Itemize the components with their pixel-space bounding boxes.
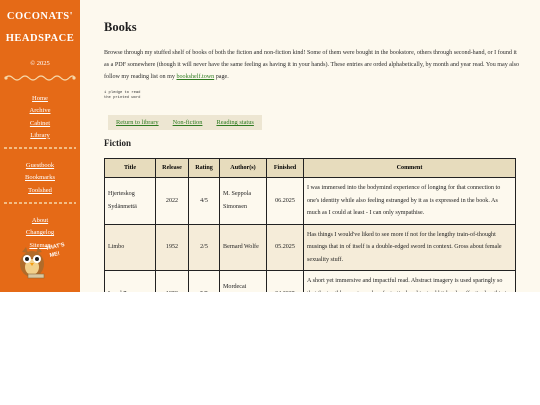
table-cell: 4/5 [188,177,220,225]
page-title: Books [104,20,137,34]
table-cell: M. Seppola Simonsen [219,177,267,225]
main-content: Books Browse through my stuffed shelf of… [104,0,524,292]
table-row: Level 719595/5Mordecai Roshwald04.2025A … [104,270,516,292]
owl-mascot-icon: THAT'S ME! [20,242,66,279]
intro-text: Browse through my stuffed shelf of books… [104,50,520,80]
table-cell: 2/5 [188,223,220,271]
pledge-stamp: i pledge to read the printed word [104,91,524,101]
nav-group-community: Guestbook Bookmarks Toolshed [0,160,80,197]
table-cell: 1959 [155,270,189,292]
table-row: Hjerteskog Sydänmettä 2022 4/5 M. Seppola S… [104,177,516,225]
table-cell: Level 7 [104,270,156,292]
col-rating: Rating [188,158,220,178]
col-finished: Finished [266,158,304,178]
library-tabs: Return to library Non-fiction Reading st… [108,115,262,130]
site-title-line2: HEADSPACE [5,33,75,44]
dashed-divider-icon [4,202,76,204]
stamp-line2: the printed word [104,96,141,100]
bookshelf-town-link[interactable]: bookshelf.town [176,74,214,80]
sidebar-link[interactable]: Cabinet [0,118,80,130]
intro-paragraph: Browse through my stuffed shelf of books… [104,47,520,83]
svg-text:THAT'S: THAT'S [45,242,65,252]
dashed-divider-icon [4,147,76,149]
sidebar-link[interactable]: Bookmarks [0,172,80,184]
col-release: Release [155,158,189,178]
table-row: Limbo 1952 2/5 Bernard Wolfe 05.2025 Has thin… [104,223,516,271]
col-title: Title [104,158,156,178]
copyright: © 2025 [30,60,50,67]
table-cell: 06.2025 [266,177,304,225]
table-cell: 04.2025 [266,270,304,292]
squiggle-divider-icon [4,75,76,81]
table-cell: 05.2025 [266,223,304,271]
tab-reading-status[interactable]: Reading status [216,119,253,126]
table-cell: 2022 [155,177,189,225]
sidebar-link[interactable]: About [0,215,80,227]
intro-text-end: page. [214,74,229,80]
sidebar-link[interactable]: Home [0,93,80,105]
tab-return-to-library[interactable]: Return to library [116,119,159,126]
table-cell: Limbo [104,223,156,271]
table-cell: Bernard Wolfe [219,223,267,271]
nav-group-main: Home Archive Cabinet Library [0,93,80,142]
sidebar-link[interactable]: Guestbook [0,160,80,172]
tab-non-fiction[interactable]: Non-fiction [173,119,203,126]
sidebar-link[interactable]: Archive [0,105,80,117]
col-authors: Author(s) [219,158,267,178]
section-heading-fiction: Fiction [104,138,131,148]
table-cell: Mordecai Roshwald [219,270,267,292]
table-cell: Has things I would've liked to see more … [303,223,516,271]
svg-text:ME!: ME! [49,251,60,259]
sidebar-link[interactable]: Library [0,130,80,142]
col-comment: Comment [303,158,516,178]
table-cell: 1952 [155,223,189,271]
table-cell: A short yet immersive and impactful read… [303,270,516,292]
books-table: Title Release Rating Author(s) Finished … [104,158,516,292]
sidebar: COCONATS' HEADSPACE © 2025 Home Archive Ca… [0,0,80,292]
table-header-row: Title Release Rating Author(s) Finished … [104,158,516,178]
site-title: COCONATS' HEADSPACE [0,6,80,50]
sidebar-link[interactable]: Toolshed [0,185,80,197]
browser-viewport: COCONATS' HEADSPACE © 2025 Home Archive Ca… [0,0,540,292]
table-cell: 5/5 [188,270,220,292]
site-title-line1: COCONATS' [6,11,74,22]
table-cell: I was immersed into the bodymind experie… [303,177,516,225]
table-cell: Hjerteskog Sydänmettä [104,177,156,225]
